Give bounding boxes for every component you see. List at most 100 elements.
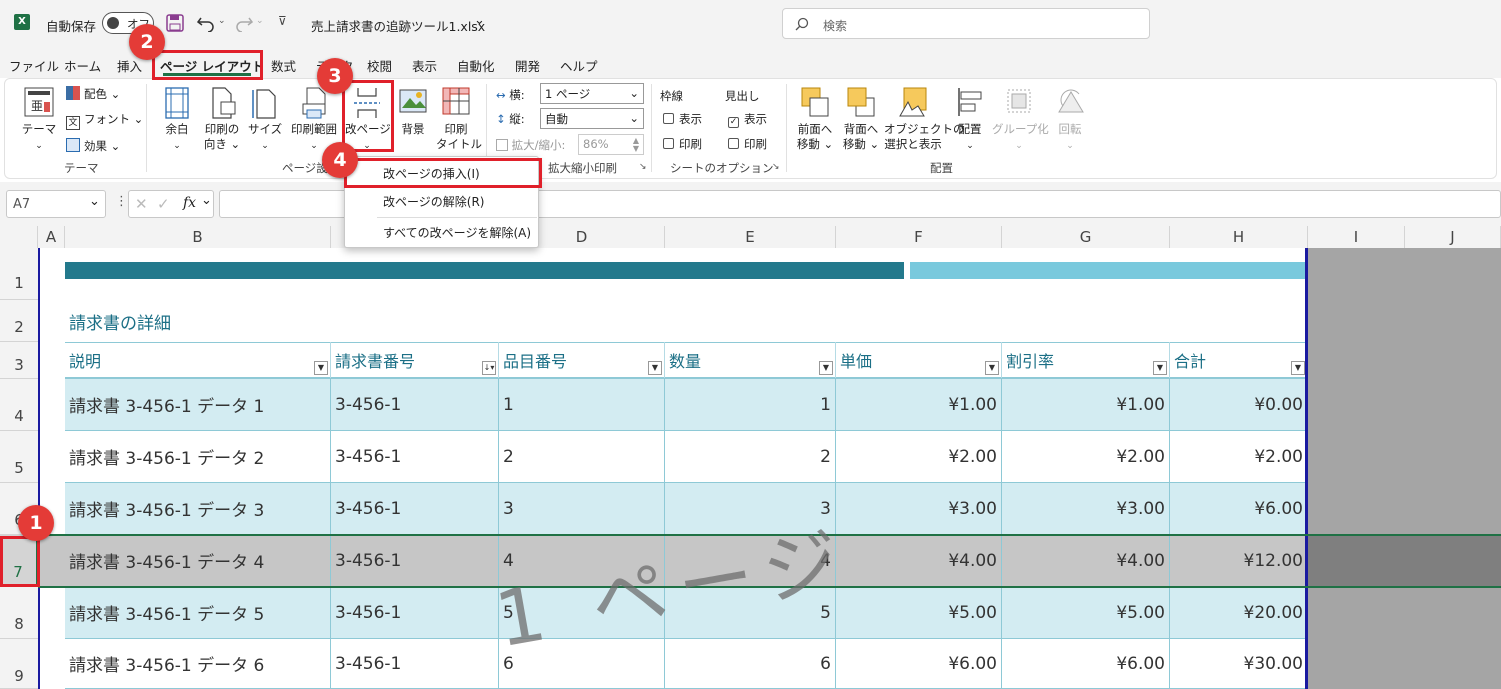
tab-file[interactable]: ファイル [9, 56, 59, 75]
table-cell[interactable]: 請求書 3-456-1 データ 1 [65, 379, 331, 431]
column-header-i[interactable]: I [1308, 226, 1405, 248]
colors-button[interactable]: 配色 ⌄ [66, 86, 120, 102]
column-header-g[interactable]: G [1002, 226, 1170, 248]
tab-automate[interactable]: 自動化 [457, 56, 495, 75]
save-icon[interactable] [166, 14, 184, 32]
background-button[interactable]: 背景 [396, 86, 430, 137]
size-button[interactable]: サイズ ⌄ [248, 86, 282, 154]
cancel-icon[interactable]: ✕ [135, 195, 148, 213]
table-cell[interactable]: ¥3.00 [836, 483, 1002, 535]
table-cell[interactable]: 2 [665, 431, 836, 483]
column-header-e[interactable]: E [665, 226, 836, 248]
name-box[interactable]: A7 ⌄ [6, 190, 106, 218]
filter-dropdown-icon[interactable]: ▼ [1153, 361, 1167, 375]
row-header-2[interactable]: 2 [0, 300, 38, 342]
table-cell[interactable]: 請求書 3-456-1 データ 2 [65, 431, 331, 483]
row-header-3[interactable]: 3 [0, 342, 38, 379]
print-titles-button[interactable]: 印刷 タイトル [436, 86, 482, 152]
table-cell[interactable]: ¥2.00 [1170, 431, 1308, 483]
row-header-9[interactable]: 9 [0, 639, 38, 689]
table-cell[interactable]: 3-456-1 [331, 483, 499, 535]
filter-dropdown-icon[interactable]: ▼ [819, 361, 833, 375]
table-cell[interactable]: ¥5.00 [836, 587, 1002, 639]
undo-icon[interactable] [196, 14, 216, 32]
row-header-5[interactable]: 5 [0, 431, 38, 483]
table-cell[interactable]: 3-456-1 [331, 535, 499, 587]
margins-button[interactable]: 余白 ⌄ [160, 86, 194, 154]
reset-all-page-breaks-item[interactable]: すべての改ページを解除(A) [345, 219, 538, 247]
table-cell[interactable]: ¥2.00 [836, 431, 1002, 483]
redo-dropdown-icon[interactable]: ⌄ [256, 16, 264, 26]
table-cell[interactable]: 3-456-1 [331, 587, 499, 639]
tab-home[interactable]: ホーム [64, 56, 101, 75]
table-cell[interactable]: 1 [665, 379, 836, 431]
filter-dropdown-icon[interactable]: ▼ [314, 361, 328, 375]
row-header-8[interactable]: 8 [0, 587, 38, 639]
table-cell[interactable]: 3-456-1 [331, 639, 499, 689]
headings-view-checkbox[interactable]: ✓ 表示 [728, 112, 767, 128]
table-cell[interactable]: ¥12.00 [1170, 535, 1308, 587]
table-cell[interactable]: 3-456-1 [331, 431, 499, 483]
table-cell[interactable]: ¥6.00 [836, 639, 1002, 689]
tab-help[interactable]: ヘルプ [560, 56, 598, 75]
redo-icon[interactable] [234, 14, 254, 32]
align-button[interactable]: 配置 ⌄ [954, 86, 986, 154]
table-cell[interactable]: 3 [499, 483, 665, 535]
table-cell[interactable]: ¥2.00 [1002, 431, 1170, 483]
remove-page-break-item[interactable]: 改ページの解除(R) [345, 188, 538, 216]
effects-button[interactable]: 効果 ⌄ [66, 138, 120, 154]
filter-dropdown-icon[interactable]: ▼ [1291, 361, 1305, 375]
scale-dialog-launcher-icon[interactable]: ↘ [639, 162, 647, 172]
themes-button[interactable]: 亜 テーマ ⌄ [18, 86, 60, 154]
table-cell[interactable]: 請求書 3-456-1 データ 6 [65, 639, 331, 689]
table-cell[interactable]: ¥1.00 [1002, 379, 1170, 431]
select-all-corner[interactable] [0, 226, 38, 248]
headings-print-checkbox[interactable]: 印刷 [728, 137, 767, 152]
table-cell[interactable]: 2 [499, 431, 665, 483]
selection-pane-button[interactable]: オブジェクトの 選択と表示 [884, 86, 965, 152]
sheet-options-dialog-launcher-icon[interactable]: ↘ [772, 162, 780, 172]
column-header-b[interactable]: B [65, 226, 331, 248]
table-cell[interactable]: 6 [665, 639, 836, 689]
enter-icon[interactable]: ✓ [157, 195, 170, 213]
table-cell[interactable]: ¥20.00 [1170, 587, 1308, 639]
column-header-h[interactable]: H [1170, 226, 1308, 248]
table-cell[interactable]: ¥6.00 [1002, 639, 1170, 689]
table-cell[interactable]: ¥6.00 [1170, 483, 1308, 535]
tab-developer[interactable]: 開発 [515, 56, 540, 75]
filter-dropdown-icon[interactable]: ▼ [648, 361, 662, 375]
filename[interactable]: 売上請求書の追跡ツール1.xlsx [311, 16, 485, 35]
table-cell[interactable]: ¥4.00 [836, 535, 1002, 587]
column-header-f[interactable]: F [836, 226, 1002, 248]
fonts-button[interactable]: 文フォント ⌄ [66, 112, 143, 130]
gridlines-view-checkbox[interactable]: 表示 [663, 112, 702, 127]
row-header-4[interactable]: 4 [0, 379, 38, 431]
table-cell[interactable]: 3-456-1 [331, 379, 499, 431]
search-box[interactable]: 検索 [782, 8, 1150, 39]
table-cell[interactable]: ¥5.00 [1002, 587, 1170, 639]
sort-filter-icon[interactable]: ↓▾ [482, 361, 496, 375]
bring-forward-button[interactable]: 前面へ 移動 ⌄ [794, 86, 836, 152]
table-cell[interactable]: ¥4.00 [1002, 535, 1170, 587]
tab-insert[interactable]: 挿入 [117, 56, 142, 75]
customize-qat-icon[interactable]: ⊽ [278, 14, 287, 28]
width-dropdown[interactable]: 1 ページ ⌄ [540, 83, 644, 104]
selected-cell-a7[interactable] [38, 535, 65, 587]
gridlines-print-checkbox[interactable]: 印刷 [663, 137, 702, 152]
tab-formulas[interactable]: 数式 [271, 56, 296, 75]
table-cell[interactable]: 1 [499, 379, 665, 431]
undo-dropdown-icon[interactable]: ⌄ [218, 16, 226, 26]
table-cell[interactable]: 請求書 3-456-1 データ 5 [65, 587, 331, 639]
tab-review[interactable]: 校閲 [367, 56, 392, 75]
table-cell[interactable]: 請求書 3-456-1 データ 3 [65, 483, 331, 535]
table-cell[interactable]: ¥30.00 [1170, 639, 1308, 689]
table-cell[interactable]: ¥1.00 [836, 379, 1002, 431]
orientation-button[interactable]: 印刷の 向き ⌄ [202, 86, 242, 152]
table-cell[interactable]: ¥0.00 [1170, 379, 1308, 431]
table-cell[interactable]: ¥3.00 [1002, 483, 1170, 535]
filename-chevron-icon[interactable]: ⌄ [474, 13, 485, 28]
tab-view[interactable]: 表示 [412, 56, 437, 75]
insert-function-icon[interactable]: fx [183, 195, 196, 211]
send-backward-button[interactable]: 背面へ 移動 ⌄ [840, 86, 882, 152]
height-dropdown[interactable]: 自動 ⌄ [540, 108, 644, 129]
